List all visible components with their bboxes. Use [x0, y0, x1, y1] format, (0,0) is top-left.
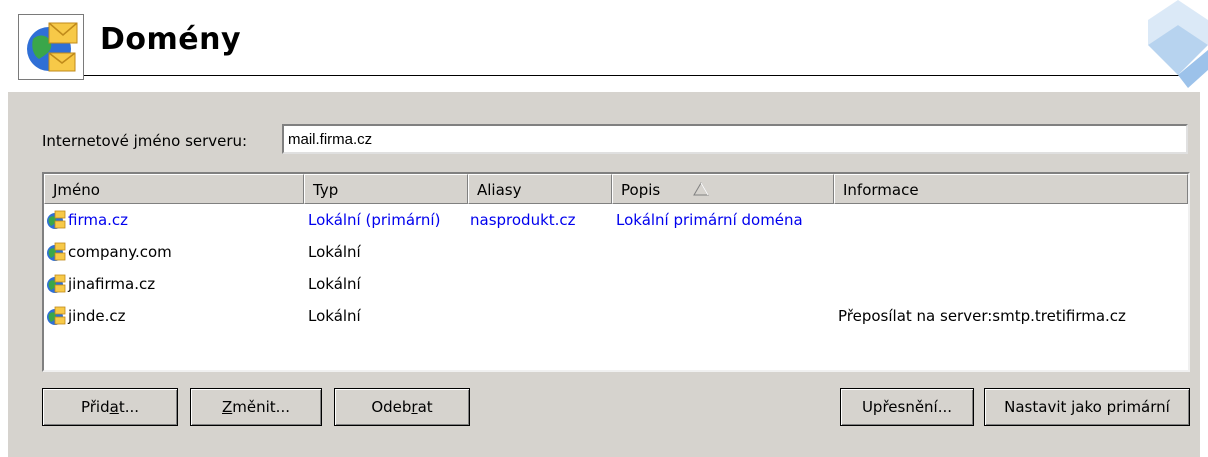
cell-name: firma.cz — [68, 211, 129, 229]
sort-ascending-icon — [693, 182, 709, 196]
corner-decoration-icon — [1148, 0, 1208, 88]
cell-type: Lokální — [308, 307, 361, 325]
page-title: Domény — [100, 22, 242, 57]
header-area: Domény — [0, 0, 1208, 90]
column-header-type[interactable]: Typ — [304, 174, 468, 204]
cell-name: company.com — [68, 243, 172, 261]
column-header-aliases[interactable]: Aliasy — [468, 174, 612, 204]
list-header: Jméno Typ Aliasy Popis Informace — [44, 174, 1188, 204]
domains-panel: Internetové jméno serveru: Jméno Typ Ali… — [8, 92, 1200, 457]
cell-name: jinde.cz — [68, 307, 126, 325]
cell-description: Lokální primární doména — [616, 211, 803, 229]
remove-button[interactable]: Odebrat — [334, 388, 470, 426]
cell-name: jinafirma.cz — [68, 275, 156, 293]
globe-mail-icon — [18, 14, 84, 80]
server-name-input[interactable] — [282, 124, 1188, 154]
cell-type: Lokální (primární) — [308, 211, 441, 229]
domain-mail-icon — [47, 210, 66, 229]
advanced-button[interactable]: Upřesnění... — [840, 388, 974, 426]
add-button[interactable]: Přidat... — [42, 388, 178, 426]
domain-mail-icon — [47, 274, 66, 293]
table-row[interactable]: jinafirma.cz Lokální — [44, 268, 1188, 300]
column-header-description-label: Popis — [621, 181, 661, 199]
cell-type: Lokální — [308, 243, 361, 261]
header-divider — [84, 75, 1188, 76]
domain-mail-icon — [47, 306, 66, 325]
domains-list[interactable]: Jméno Typ Aliasy Popis Informace firma.c… — [42, 172, 1190, 372]
column-header-description[interactable]: Popis — [612, 174, 834, 204]
set-primary-button[interactable]: Nastavit jako primární — [984, 388, 1190, 426]
edit-button[interactable]: Změnit... — [190, 388, 322, 426]
cell-info: Přeposílat na server:smtp.tretifirma.cz — [838, 307, 1126, 325]
domain-mail-icon — [47, 242, 66, 261]
table-row[interactable]: jinde.cz Lokální Přeposílat na server:sm… — [44, 300, 1188, 332]
column-header-name[interactable]: Jméno — [44, 174, 304, 204]
cell-aliases: nasprodukt.cz — [470, 211, 576, 229]
server-name-label: Internetové jméno serveru: — [42, 132, 248, 150]
table-row[interactable]: company.com Lokální — [44, 236, 1188, 268]
table-row[interactable]: firma.cz Lokální (primární) nasprodukt.c… — [44, 204, 1188, 236]
column-header-info[interactable]: Informace — [834, 174, 1188, 204]
cell-type: Lokální — [308, 275, 361, 293]
